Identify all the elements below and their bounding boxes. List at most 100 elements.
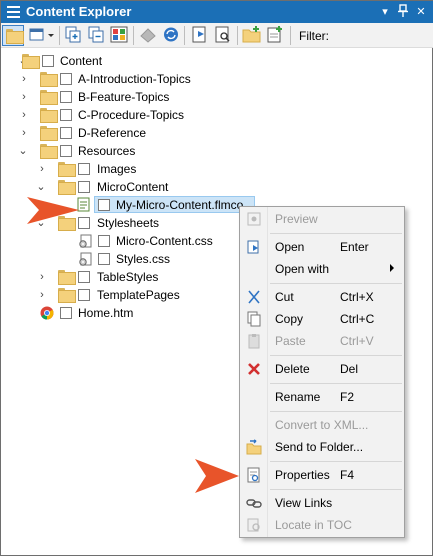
expand-chevron-icon[interactable]: ›	[18, 126, 30, 140]
expand-icon[interactable]	[62, 25, 84, 46]
folder-icon	[58, 288, 76, 303]
collapse-chevron-icon[interactable]: ⌄	[35, 180, 47, 194]
tree-item-label: Home.htm	[78, 306, 134, 320]
bookmark-icon[interactable]	[189, 25, 211, 46]
folder-icon	[40, 108, 58, 123]
tree-item-label: MicroContent	[97, 180, 169, 194]
checkbox[interactable]	[98, 199, 110, 211]
toolbar: Filter:	[1, 23, 433, 48]
folder-icon	[58, 270, 76, 285]
tree-item-label: Content	[60, 54, 103, 68]
menu-item-paste[interactable]: Paste Ctrl+V	[240, 330, 404, 352]
window-title: Content Explorer	[26, 4, 132, 19]
tree-item-c-procedure-topics[interactable]: › C-Procedure-Topics	[1, 106, 433, 124]
stylesheet-gear-icon	[78, 252, 94, 266]
send-to-folder-icon	[246, 439, 262, 455]
chrome-browser-icon	[40, 306, 56, 320]
checkbox[interactable]	[60, 307, 72, 319]
back-icon[interactable]	[137, 25, 159, 46]
link-icon	[246, 495, 262, 511]
menu-item-delete[interactable]: Delete Del	[240, 358, 404, 380]
checkbox[interactable]	[98, 253, 110, 265]
tree-item-label: Styles.css	[116, 252, 171, 266]
folder-icon	[40, 72, 58, 87]
open-icon	[246, 239, 262, 255]
dropdown-icon[interactable]: ▾	[378, 4, 392, 20]
scissors-icon	[246, 289, 262, 305]
menu-item-rename[interactable]: Rename F2	[240, 386, 404, 408]
hamburger-menu-icon[interactable]	[7, 6, 20, 18]
new-folder-icon[interactable]	[241, 25, 263, 46]
expand-chevron-icon[interactable]: ›	[18, 72, 30, 86]
show-files-button[interactable]	[2, 25, 24, 46]
menu-item-send-to-folder[interactable]: Send to Folder...	[240, 436, 404, 458]
menu-item-convert-to-xml[interactable]: Convert to XML...	[240, 414, 404, 436]
new-item-dropdown-button[interactable]	[27, 25, 57, 46]
checkbox[interactable]	[60, 73, 72, 85]
folder-open-icon	[40, 144, 58, 159]
folder-icon	[40, 90, 58, 105]
checkbox[interactable]	[78, 163, 90, 175]
tree-item-label: TemplatePages	[97, 288, 180, 302]
menu-item-open[interactable]: Open Enter	[240, 236, 404, 258]
menu-item-cut[interactable]: Cut Ctrl+X	[240, 286, 404, 308]
checkbox[interactable]	[42, 55, 54, 67]
expand-chevron-icon[interactable]: ›	[18, 108, 30, 122]
menu-item-copy[interactable]: Copy Ctrl+C	[240, 308, 404, 330]
pin-icon[interactable]	[396, 4, 410, 20]
tree-item-b-feature-topics[interactable]: › B-Feature-Topics	[1, 88, 433, 106]
tree-item-images[interactable]: › Images	[1, 160, 433, 178]
checkbox[interactable]	[78, 181, 90, 193]
menu-item-open-with[interactable]: Open with	[240, 258, 404, 280]
menu-item-locate-in-toc[interactable]: Locate in TOC	[240, 514, 404, 536]
menu-item-preview[interactable]: Preview	[240, 208, 404, 230]
menu-item-view-links[interactable]: View Links	[240, 492, 404, 514]
tree-item-d-reference[interactable]: › D-Reference	[1, 124, 433, 142]
folder-icon	[40, 126, 58, 141]
tree-item-label: Images	[97, 162, 137, 176]
checkbox[interactable]	[78, 289, 90, 301]
tree-item-label: TableStyles	[97, 270, 159, 284]
folder-open-icon	[22, 54, 40, 69]
tree-item-label: Stylesheets	[97, 216, 160, 230]
callout-arrow-icon	[195, 459, 239, 493]
folder-open-icon	[58, 180, 76, 195]
filter-label: Filter:	[299, 29, 329, 43]
tree-item-a-introduction-topics[interactable]: › A-Introduction-Topics	[1, 70, 433, 88]
new-file-icon[interactable]	[264, 25, 286, 46]
context-menu: Preview Open Enter Open with Cut Ctrl+X …	[239, 206, 405, 538]
checkbox[interactable]	[60, 127, 72, 139]
checkbox[interactable]	[60, 91, 72, 103]
properties-icon	[246, 467, 262, 483]
checkbox[interactable]	[78, 271, 90, 283]
checkbox[interactable]	[98, 235, 110, 247]
checkbox[interactable]	[60, 145, 72, 157]
grid-view-icon[interactable]	[108, 25, 130, 46]
copy-icon	[246, 311, 262, 327]
content-explorer-window: Content Explorer ▾ ✕ Filter: ⌄ Content ›…	[0, 0, 433, 556]
tree-item-label: My-Micro-Content.flmco	[116, 198, 244, 212]
stylesheet-gear-icon	[78, 234, 94, 248]
preview-icon	[246, 211, 262, 227]
tree-item-label: A-Introduction-Topics	[78, 72, 191, 86]
sync-icon[interactable]	[160, 25, 182, 46]
expand-chevron-icon[interactable]: ›	[36, 288, 48, 302]
close-icon[interactable]: ✕	[414, 4, 428, 20]
expand-chevron-icon[interactable]: ›	[36, 270, 48, 284]
tree-item-label: B-Feature-Topics	[78, 90, 170, 104]
checkbox[interactable]	[60, 109, 72, 121]
tree-item-resources[interactable]: ⌄ Resources	[1, 142, 433, 160]
paste-icon	[246, 333, 262, 349]
expand-chevron-icon[interactable]: ›	[18, 90, 30, 104]
collapse-chevron-icon[interactable]: ⌄	[17, 144, 29, 158]
tree-item-label: C-Procedure-Topics	[78, 108, 185, 122]
tree-item-label: Resources	[78, 144, 136, 158]
collapse-icon[interactable]	[85, 25, 107, 46]
locate-in-toc-icon	[246, 517, 262, 533]
delete-x-icon	[246, 361, 262, 377]
menu-item-properties[interactable]: Properties F4	[240, 464, 404, 486]
find-icon[interactable]	[212, 25, 234, 46]
title-bar: Content Explorer ▾ ✕	[1, 1, 433, 23]
expand-chevron-icon[interactable]: ›	[36, 162, 48, 176]
tree-item-content[interactable]: ⌄ Content	[1, 52, 433, 70]
